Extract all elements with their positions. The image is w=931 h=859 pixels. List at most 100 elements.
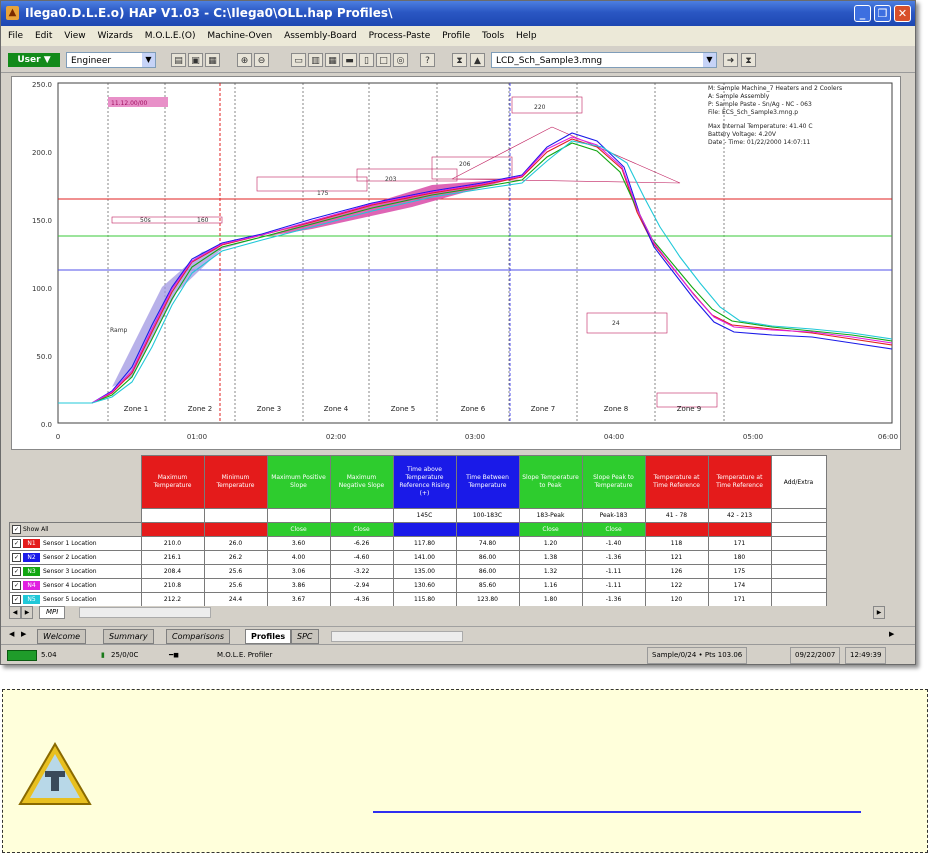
param-cell[interactable] <box>266 508 331 523</box>
menu-edit[interactable]: Edit <box>35 31 52 41</box>
menu-view[interactable]: View <box>64 31 85 41</box>
param-cell[interactable]: 42 - 213 <box>707 508 772 523</box>
param-cell[interactable]: 183-Peak <box>518 508 583 523</box>
sensor-label-cell[interactable]: ✓ N5 Sensor 5 Location <box>9 592 142 607</box>
sheet-tab-mpi[interactable]: MPI <box>39 606 66 619</box>
sensor-row[interactable]: ✓ N5 Sensor 5 Location 212.2 24.4 3.67 -4.36 11… <box>9 592 827 607</box>
sensor-label-cell[interactable]: ✓ N2 Sensor 2 Location <box>9 550 142 565</box>
column-header[interactable]: Slope Peak to Temperature <box>581 455 646 509</box>
hourglass-icon[interactable]: ⧗ <box>452 53 467 67</box>
columns-icon[interactable]: ▯ <box>359 53 374 67</box>
user-button[interactable]: User ▼ <box>8 53 60 67</box>
minimize-button[interactable]: _ <box>854 5 871 22</box>
menu-tools[interactable]: Tools <box>482 31 504 41</box>
spec-label: 175 <box>317 190 329 197</box>
menu-assembly-board[interactable]: Assembly-Board <box>284 31 357 41</box>
menu-profile[interactable]: Profile <box>442 31 470 41</box>
sensor-label-cell[interactable]: ✓ N4 Sensor 4 Location <box>9 578 142 593</box>
param-cell[interactable]: Peak-183 <box>581 508 646 523</box>
print-icon[interactable]: ▦ <box>205 53 220 67</box>
sensor-row[interactable]: ✓ N1 Sensor 1 Location 210.0 26.0 3.60 -6.26 11… <box>9 536 827 551</box>
tab-next-icon[interactable]: ▶ <box>21 630 26 638</box>
sensor-label-cell[interactable]: ✓ N3 Sensor 3 Location <box>9 564 142 579</box>
tab-profiles[interactable]: Profiles <box>245 629 292 644</box>
menu-process-paste[interactable]: Process-Paste <box>369 31 431 41</box>
column-header[interactable]: Maximum Positive Slope <box>266 455 331 509</box>
tab-scroll-right-icon[interactable]: ▶ <box>21 606 33 619</box>
sensor-row[interactable]: ✓ N3 Sensor 3 Location 208.4 25.6 3.06 -3.22 13… <box>9 564 827 579</box>
column-header[interactable]: Temperature at Time Reference <box>644 455 709 509</box>
help-icon[interactable]: ? <box>420 53 435 67</box>
menu-wizards[interactable]: Wizards <box>97 31 132 41</box>
arrow-up-icon[interactable]: ▲ <box>470 53 485 67</box>
tab-welcome[interactable]: Welcome <box>37 629 87 644</box>
show-all-toggle[interactable]: ✓ Show All <box>9 522 142 537</box>
x-tick-label: 04:00 <box>604 433 624 441</box>
checkbox-icon[interactable]: ✓ <box>12 553 21 562</box>
lock-icon[interactable]: ▥ <box>308 53 323 67</box>
column-header[interactable]: Maximum Temperature <box>140 455 205 509</box>
menu-machine-oven[interactable]: Machine-Oven <box>207 31 272 41</box>
tab-spc[interactable]: SPC <box>291 629 319 644</box>
checkbox-icon[interactable]: ✓ <box>12 567 21 576</box>
tab-prev-icon[interactable]: ◀ <box>9 630 14 638</box>
next-arrow-icon[interactable]: ➜ <box>723 53 738 67</box>
target-icon[interactable]: ◎ <box>393 53 408 67</box>
column-header[interactable]: Temperature at Time Reference <box>707 455 772 509</box>
empty-cell <box>770 550 827 565</box>
param-cell[interactable]: 145C <box>392 508 457 523</box>
column-header[interactable]: Time above Temperature Reference Rising … <box>392 455 457 509</box>
voltage-value: 25/0/0C <box>111 651 139 659</box>
column-header[interactable]: Slope Temperature to Peak <box>518 455 583 509</box>
profile-file-select[interactable]: LCD_Sch_Sample3.mng ▼ <box>491 52 717 68</box>
param-cell[interactable]: 41 - 78 <box>644 508 709 523</box>
menu-help[interactable]: Help <box>516 31 537 41</box>
zoom-in-icon[interactable]: ⊕ <box>237 53 252 67</box>
scroll-right-icon[interactable]: ▶ <box>889 630 894 638</box>
menu-mole[interactable]: M.O.L.E.(O) <box>145 31 196 41</box>
tab-scrollbar[interactable] <box>331 631 463 642</box>
grid-icon[interactable]: ▦ <box>325 53 340 67</box>
checkbox-icon[interactable]: ✓ <box>12 595 21 604</box>
tab-summary[interactable]: Summary <box>103 629 154 644</box>
column-header[interactable]: Time Between Temperature <box>455 455 520 509</box>
params-label <box>9 508 141 523</box>
param-cell[interactable] <box>329 508 394 523</box>
column-header[interactable]: Minimum Temperature <box>203 455 268 509</box>
param-cell[interactable] <box>140 508 205 523</box>
profile-graph[interactable]: 250.0 200.0 150.0 100.0 50.0 0.0 0 01:00… <box>11 76 901 450</box>
sensor-row[interactable]: ✓ N2 Sensor 2 Location 216.1 26.2 4.00 -4.60 14… <box>9 550 827 565</box>
checkbox-icon[interactable]: ✓ <box>12 581 21 590</box>
scroll-right-icon[interactable]: ▶ <box>873 606 885 619</box>
tab-comparisons[interactable]: Comparisons <box>166 629 231 644</box>
window-icon[interactable]: □ <box>376 53 391 67</box>
chevron-down-icon: ▼ <box>142 53 155 67</box>
note-link-underline[interactable] <box>373 811 861 813</box>
ramp-label: Ramp <box>110 327 128 334</box>
restore-button[interactable]: ❐ <box>874 5 891 22</box>
statistics-panel: Maximum Temperature Minimum Temperature … <box>1 453 915 621</box>
new-icon[interactable]: ▤ <box>171 53 186 67</box>
save-icon[interactable]: ▣ <box>188 53 203 67</box>
sensor-row[interactable]: ✓ N4 Sensor 4 Location 210.8 25.6 3.86 -2.94 13… <box>9 578 827 593</box>
view-tab-strip: ◀ ▶ Welcome Summary Comparisons Profiles… <box>1 626 915 644</box>
tab-scroll-left-icon[interactable]: ◀ <box>9 606 21 619</box>
zone-label: Zone 3 <box>257 405 282 413</box>
data-cell: 141.00 <box>392 550 457 565</box>
column-header[interactable]: Maximum Negative Slope <box>329 455 394 509</box>
checkbox-icon[interactable]: ✓ <box>12 539 21 548</box>
param-cell[interactable]: 100-183C <box>455 508 520 523</box>
user-level-select[interactable]: Engineer ▼ <box>66 52 156 68</box>
close-button[interactable]: ✕ <box>894 5 911 22</box>
menu-file[interactable]: File <box>8 31 23 41</box>
sheet-scrollbar[interactable] <box>79 607 211 618</box>
folder-icon[interactable]: ▭ <box>291 53 306 67</box>
empty-cell <box>770 536 827 551</box>
param-cell[interactable] <box>203 508 268 523</box>
sensor-label-cell[interactable]: ✓ N1 Sensor 1 Location <box>9 536 142 551</box>
zoom-out-icon[interactable]: ⊖ <box>254 53 269 67</box>
checkbox-icon[interactable]: ✓ <box>12 525 21 534</box>
hourglass-end-icon[interactable]: ⧗ <box>741 53 756 67</box>
add-extra-button[interactable]: Add/Extra <box>770 455 827 509</box>
ruler-icon[interactable]: ▬ <box>342 53 357 67</box>
